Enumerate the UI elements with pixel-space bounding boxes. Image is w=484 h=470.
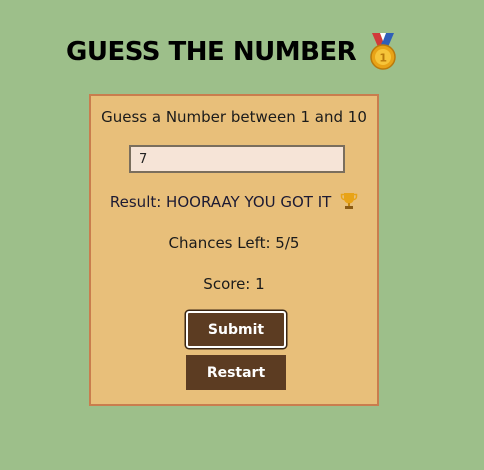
- page-title-text: GUESS THE NUMBER: [66, 37, 357, 67]
- result-label: Result: HOORAAY YOU GOT IT: [109, 193, 332, 211]
- result-text: Result: HOORAAY YOU GOT IT: [91, 192, 377, 211]
- medal-icon: 1: [370, 33, 396, 70]
- page-title: GUESS THE NUMBER 1: [66, 32, 400, 72]
- trophy-icon: [340, 193, 358, 209]
- restart-button[interactable]: Restart: [186, 355, 286, 390]
- chances-left: Chances Left: 5/5: [168, 234, 300, 252]
- svg-text:1: 1: [380, 52, 387, 65]
- submit-button[interactable]: Submit: [186, 311, 286, 348]
- guess-prompt: Guess a Number between 1 and 10: [101, 108, 367, 126]
- game-card: Guess a Number between 1 and 10 Result: …: [89, 94, 379, 406]
- guess-input[interactable]: [129, 145, 345, 173]
- score-display: Score: 1: [203, 275, 265, 293]
- page: GUESS THE NUMBER 1 Guess a Number betwee…: [0, 0, 484, 470]
